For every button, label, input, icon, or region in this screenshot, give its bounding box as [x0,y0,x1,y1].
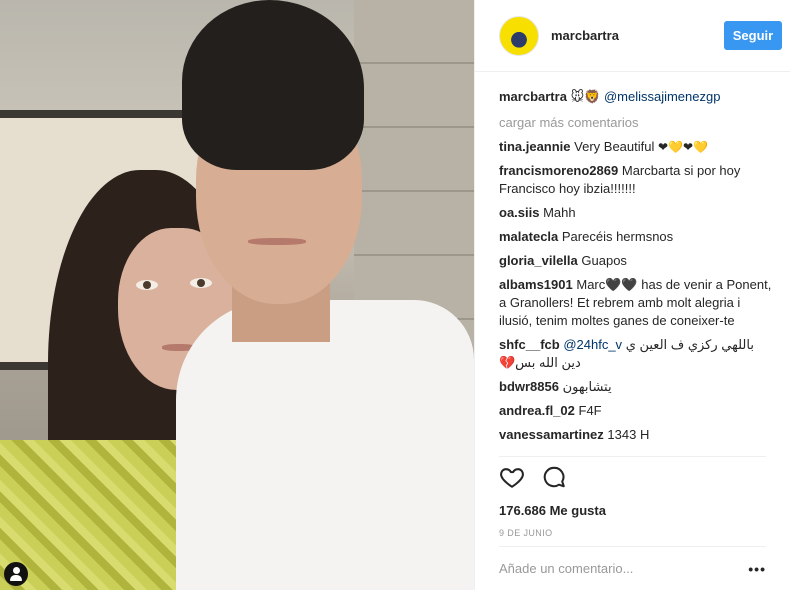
caption-mention[interactable]: @melissajimenezgp [604,89,721,104]
comment-username[interactable]: oa.siis [499,205,539,220]
comment-item: andrea.fl_02 F4F [499,402,776,420]
comment-text: Mahh [543,205,576,220]
comment-icon[interactable] [541,464,567,490]
instagram-post: marcbartra Seguir marcbartra 🐭🦁 @melissa… [0,0,790,590]
likes-count[interactable]: 176.686 Me gusta [499,503,766,518]
comment-item: bdwr8856 يتشابهون [499,378,776,396]
floral-top [0,440,196,590]
man-hair [182,0,364,170]
comment-text: يتشابهون [562,379,612,394]
caption: marcbartra 🐭🦁 @melissajimenezgp [499,88,776,106]
caption-username[interactable]: marcbartra [499,89,567,104]
comment-username[interactable]: francismoreno2869 [499,163,618,178]
more-options-icon[interactable]: ••• [746,561,766,577]
comment-item: francismoreno2869 Marcbarta si por hoy F… [499,162,776,198]
follow-button[interactable]: Seguir [724,21,782,50]
mouth [248,238,306,245]
comment-input[interactable] [499,561,746,576]
comment-username[interactable]: andrea.fl_02 [499,403,575,418]
comment-username[interactable]: malatecla [499,229,558,244]
comment-username[interactable]: bdwr8856 [499,379,559,394]
comment-text: F4F [578,403,602,418]
post-photo[interactable] [0,0,474,590]
load-more-comments-link[interactable]: cargar más comentarios [499,114,776,132]
comment-username[interactable]: shfc__fcb [499,337,560,352]
side-panel: marcbartra Seguir marcbartra 🐭🦁 @melissa… [474,0,790,590]
comment-item: shfc__fcb @24hfc_v باللهي ركزي ف العين ي… [499,336,776,372]
comment-item: malatecla Parecéis hermsnos [499,228,776,246]
heart-icon[interactable] [499,464,525,490]
post-date[interactable]: 9 DE JUNIO [499,528,766,538]
comment-text: Guapos [581,253,627,268]
white-tshirt [176,300,474,590]
comment-username[interactable]: tina.jeannie [499,139,571,154]
comment-item: oa.siis Mahh [499,204,776,222]
comment-mention[interactable]: @24hfc_v [563,337,622,352]
owner-username[interactable]: marcbartra [551,28,619,43]
comment-username[interactable]: vanessamartinez [499,427,604,442]
comments-list: marcbartra 🐭🦁 @melissajimenezgp cargar m… [499,88,776,456]
comment-text: Parecéis hermsnos [561,229,674,244]
user-tag-icon[interactable] [4,562,28,586]
comment-text: Very Beautiful [574,139,658,154]
eye [190,278,212,288]
action-icons [499,463,766,491]
comment-username[interactable]: gloria_vilella [499,253,578,268]
comment-emoji: ❤💛❤💛 [657,140,708,154]
avatar[interactable] [499,15,539,56]
comment-item: albams1901 Marc🖤🖤 has de venir a Ponent,… [499,276,776,330]
post-header: marcbartra Seguir [475,0,790,72]
eye [136,280,158,290]
comment-username[interactable]: albams1901 [499,277,573,292]
comment-item: vanessamartinez 1343 H [499,426,776,444]
comment-item: gloria_vilella Guapos [499,252,776,270]
add-comment-bar: ••• [499,546,766,590]
comment-text: 1343 H [607,427,650,442]
comment-item: tina.jeannie Very Beautiful ❤💛❤💛 [499,138,776,156]
caption-emoji: 🐭🦁 [570,89,601,104]
